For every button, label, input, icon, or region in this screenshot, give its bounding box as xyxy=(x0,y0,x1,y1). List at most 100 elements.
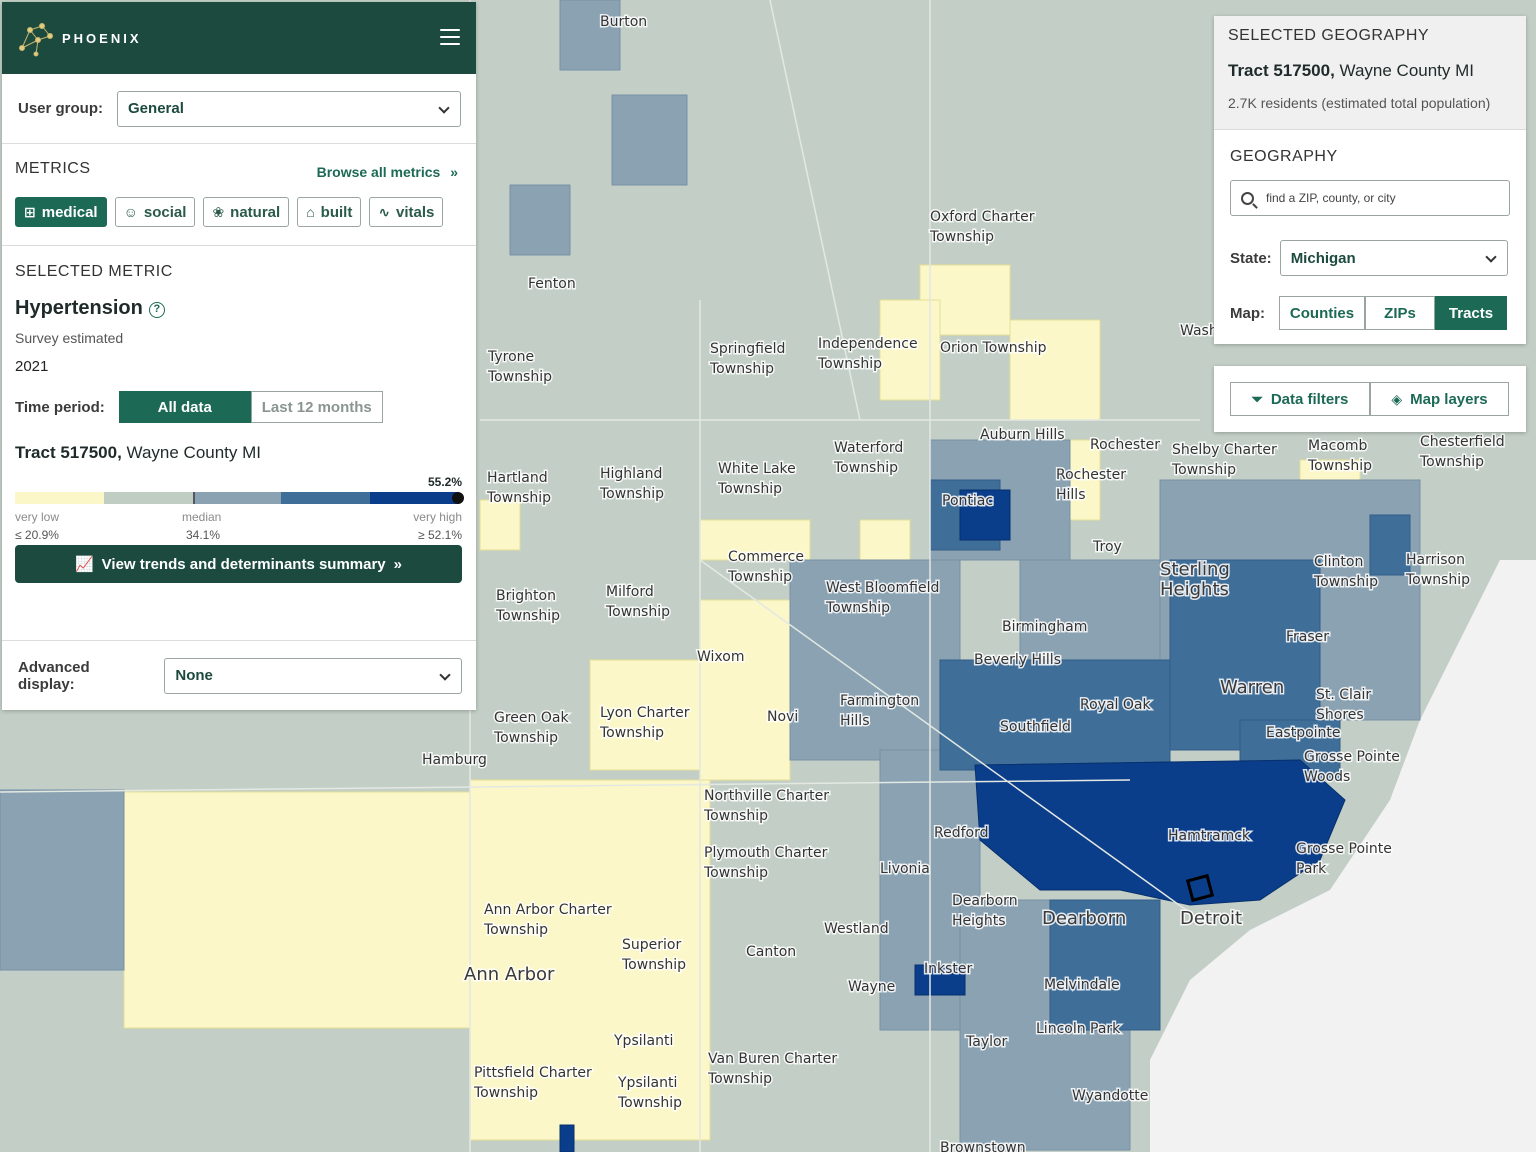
metric-tract-id: Tract 517500, xyxy=(15,443,122,462)
map-place-label: Hills xyxy=(840,713,870,729)
state-label: State: xyxy=(1230,249,1272,267)
metric-category-chips: ⊞ medical ☺ social ❀ natural ⌂ built ∿ v… xyxy=(15,197,462,227)
map-place-label: Inkster xyxy=(924,961,973,977)
geography-search-placeholder: find a ZIP, county, or city xyxy=(1266,191,1396,205)
metric-tract-county: Wayne County MI xyxy=(121,443,262,462)
metrics-section: METRICS Browse all metrics » ⊞ medical ☺… xyxy=(2,144,476,246)
map-place-label: Rochester xyxy=(1056,467,1126,483)
map-place-label: Township xyxy=(707,1071,772,1087)
map-place-label: Township xyxy=(486,490,551,506)
metric-year: 2021 xyxy=(15,358,49,375)
map-zips-button[interactable]: ZIPs xyxy=(1365,296,1435,330)
chip-built[interactable]: ⌂ built xyxy=(297,197,362,227)
map-place-label: Novi xyxy=(767,709,798,725)
view-trends-button[interactable]: 📈 View trends and determinants summary » xyxy=(15,545,462,583)
map-place-label: Auburn Hills xyxy=(980,427,1065,443)
time-all-data-button[interactable]: All data xyxy=(118,391,251,423)
map-place-label: Ypsilanti xyxy=(613,1033,673,1049)
map-place-label: Taylor xyxy=(965,1034,1008,1050)
map-place-label: Rochester xyxy=(1090,437,1160,453)
map-place-label: Wayne xyxy=(848,979,895,995)
map-place-label: Township xyxy=(1307,458,1372,474)
map-place-label: St. Clair xyxy=(1316,687,1371,703)
map-place-label: Dearborn xyxy=(1042,908,1126,929)
map-counties-button[interactable]: Counties xyxy=(1279,296,1365,330)
map-place-label: Brighton xyxy=(496,588,556,604)
time-last-12-months-button[interactable]: Last 12 months xyxy=(250,391,383,423)
map-place-label: Hartland xyxy=(487,470,548,486)
map-place-label: Beverly Hills xyxy=(974,652,1061,668)
map-place-label: Township xyxy=(495,608,560,624)
map-place-label: Redford xyxy=(934,825,989,841)
legend-low-label: very low xyxy=(15,510,60,524)
map-place-label: Brownstown xyxy=(940,1140,1026,1152)
info-icon[interactable]: ? xyxy=(148,302,165,318)
map-place-label: Township xyxy=(717,481,782,497)
chip-natural-label: natural xyxy=(230,203,281,221)
filters-panel: ⏷ Data filters ◈ Map layers xyxy=(1214,366,1526,432)
legend-median-value: 34.1% xyxy=(186,528,221,542)
map-place-label: Westland xyxy=(824,921,889,937)
data-filters-label: Data filters xyxy=(1270,390,1349,408)
state-row: State: Michigan xyxy=(1230,240,1510,276)
legend-color-step xyxy=(15,492,104,504)
map-place-label: Woods xyxy=(1304,769,1350,785)
map-place-label: Ann Arbor xyxy=(464,964,555,985)
map-place-label: Highland xyxy=(600,466,662,482)
selected-tract-county: Wayne County MI xyxy=(1334,61,1475,80)
advanced-display-row: Advanced display: None xyxy=(2,640,476,710)
geography-panel: SELECTED GEOGRAPHY Tract 517500, Wayne C… xyxy=(1214,16,1526,344)
menu-icon[interactable] xyxy=(440,29,460,45)
map-layers-button[interactable]: ◈ Map layers xyxy=(1370,382,1509,416)
legend-current-value: 55.2% xyxy=(427,475,462,489)
chip-social[interactable]: ☺ social xyxy=(114,197,196,227)
map-place-label: Tyrone xyxy=(487,349,534,365)
user-group-select[interactable]: General xyxy=(117,90,462,127)
advanced-display-value: None xyxy=(175,667,213,684)
metric-source: Survey estimated xyxy=(15,330,124,346)
map-place-label: Springfield xyxy=(710,341,785,357)
advanced-display-select[interactable]: None xyxy=(164,657,462,694)
chip-vitals[interactable]: ∿ vitals xyxy=(369,197,444,227)
map-place-label: Township xyxy=(1419,454,1484,470)
search-icon xyxy=(1241,191,1254,205)
metric-tract-line: Tract 517500, Wayne County MI xyxy=(15,443,462,463)
map-place-label: Ann Arbor Charter xyxy=(484,902,612,918)
double-chevron-right-icon: » xyxy=(393,555,402,573)
map-place-label: Dearborn xyxy=(952,893,1018,909)
metric-legend: 55.2% very low ≤ 20.9% median 34.1% very… xyxy=(15,475,464,545)
browse-all-metrics-link[interactable]: Browse all metrics » xyxy=(317,164,458,180)
map-place-label: Fenton xyxy=(528,276,576,292)
map-place-label: Macomb xyxy=(1308,438,1368,454)
selected-geography-tract: Tract 517500, Wayne County MI xyxy=(1228,61,1512,81)
map-place-label: Ypsilanti xyxy=(617,1075,677,1091)
data-filters-button[interactable]: ⏷ Data filters xyxy=(1230,382,1370,416)
map-place-label: Wyandotte xyxy=(1072,1088,1148,1104)
advanced-display-label: Advanced display: xyxy=(18,658,90,693)
map-place-label: Grosse Pointe xyxy=(1304,749,1400,765)
map-place-label: Lyon Charter xyxy=(600,705,690,721)
chip-medical[interactable]: ⊞ medical xyxy=(15,197,107,227)
map-place-label: Township xyxy=(727,569,792,585)
map-level-label: Map: xyxy=(1230,304,1265,322)
legend-color-step xyxy=(192,492,282,504)
legend-value-marker xyxy=(452,492,464,504)
geography-search-input[interactable]: find a ZIP, county, or city xyxy=(1230,180,1510,216)
map-place-label: Green Oak xyxy=(494,710,569,726)
map-tracts-button[interactable]: Tracts xyxy=(1435,296,1507,330)
medical-kit-icon: ⊞ xyxy=(24,203,36,220)
chip-natural[interactable]: ❀ natural xyxy=(203,197,290,227)
map-place-label: Township xyxy=(493,730,558,746)
legend-median-tick xyxy=(193,492,195,504)
map-place-label: Waterford xyxy=(834,440,903,456)
map-place-label: Township xyxy=(833,460,898,476)
legend-color-bar xyxy=(15,492,459,504)
map-place-label: Superior xyxy=(622,937,681,953)
left-panel: PHOENIX User group: General METRICS Brow… xyxy=(2,2,476,710)
geography-section: GEOGRAPHY find a ZIP, county, or city St… xyxy=(1214,130,1526,344)
time-period-row: Time period: All data Last 12 months xyxy=(15,391,462,423)
map-place-label: Township xyxy=(621,957,686,973)
map-place-label: Township xyxy=(605,604,670,620)
time-period-toggle: All data Last 12 months xyxy=(118,391,383,423)
state-select[interactable]: Michigan xyxy=(1279,240,1508,276)
